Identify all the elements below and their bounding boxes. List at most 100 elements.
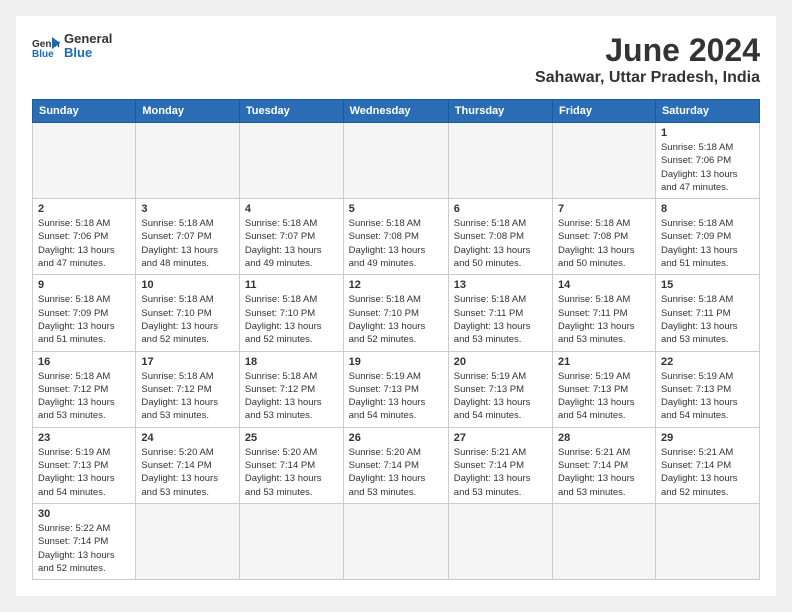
calendar-cell: 29 Sunrise: 5:21 AM Sunset: 7:14 PM Dayli…: [655, 427, 759, 503]
day-info: Sunrise: 5:18 AM Sunset: 7:09 PM Dayligh…: [38, 293, 130, 346]
calendar-header-day: Tuesday: [239, 100, 343, 123]
calendar-cell: [448, 503, 552, 579]
calendar-cell: 24 Sunrise: 5:20 AM Sunset: 7:14 PM Dayli…: [136, 427, 240, 503]
day-info: Sunrise: 5:20 AM Sunset: 7:14 PM Dayligh…: [141, 446, 234, 499]
day-number: 18: [245, 356, 338, 368]
day-info: Sunrise: 5:18 AM Sunset: 7:11 PM Dayligh…: [454, 293, 547, 346]
day-number: 3: [141, 203, 234, 215]
calendar-cell: 17Sunrise: 5:18 AM Sunset: 7:12 PM Dayli…: [136, 351, 240, 427]
day-number: 1: [661, 127, 754, 139]
calendar-cell: 10Sunrise: 5:18 AM Sunset: 7:10 PM Dayli…: [136, 275, 240, 351]
calendar-cell: [552, 123, 655, 199]
day-number: 15: [661, 279, 754, 291]
calendar-cell: [33, 123, 136, 199]
calendar-cell: 4Sunrise: 5:18 AM Sunset: 7:07 PM Daylig…: [239, 199, 343, 275]
calendar-cell: [448, 123, 552, 199]
day-info: Sunrise: 5:20 AM Sunset: 7:14 PM Dayligh…: [349, 446, 443, 499]
day-info: Sunrise: 5:19 AM Sunset: 7:13 PM Dayligh…: [454, 370, 547, 423]
calendar-cell: 21Sunrise: 5:19 AM Sunset: 7:13 PM Dayli…: [552, 351, 655, 427]
calendar-cell: 5Sunrise: 5:18 AM Sunset: 7:08 PM Daylig…: [343, 199, 448, 275]
calendar-cell: [655, 503, 759, 579]
calendar-cell: [136, 123, 240, 199]
day-info: Sunrise: 5:19 AM Sunset: 7:13 PM Dayligh…: [661, 370, 754, 423]
calendar-header-day: Monday: [136, 100, 240, 123]
day-number: 10: [141, 279, 234, 291]
calendar-week: 30 Sunrise: 5:22 AM Sunset: 7:14 PM Dayli…: [33, 503, 760, 579]
calendar-cell: [343, 123, 448, 199]
day-info: Sunrise: 5:21 AM Sunset: 7:14 PM Dayligh…: [661, 446, 754, 499]
day-number: 7: [558, 203, 650, 215]
page: General Blue General Blue June 2024 Saha…: [16, 16, 776, 596]
day-info: Sunrise: 5:18 AM Sunset: 7:11 PM Dayligh…: [558, 293, 650, 346]
calendar-cell: 23Sunrise: 5:19 AM Sunset: 7:13 PM Dayli…: [33, 427, 136, 503]
logo-blue: Blue: [64, 46, 112, 60]
calendar-cell: 25 Sunrise: 5:20 AM Sunset: 7:14 PM Dayli…: [239, 427, 343, 503]
calendar-cell: 12Sunrise: 5:18 AM Sunset: 7:10 PM Dayli…: [343, 275, 448, 351]
calendar-cell: 20Sunrise: 5:19 AM Sunset: 7:13 PM Dayli…: [448, 351, 552, 427]
main-title: June 2024: [535, 32, 760, 69]
calendar-cell: 15 Sunrise: 5:18 AM Sunset: 7:11 PM Dayli…: [655, 275, 759, 351]
day-info: Sunrise: 5:18 AM Sunset: 7:10 PM Dayligh…: [245, 293, 338, 346]
day-number: 29: [661, 432, 754, 444]
day-number: 13: [454, 279, 547, 291]
day-number: 12: [349, 279, 443, 291]
day-number: 4: [245, 203, 338, 215]
day-number: 5: [349, 203, 443, 215]
day-info: Sunrise: 5:18 AM Sunset: 7:12 PM Dayligh…: [245, 370, 338, 423]
day-info: Sunrise: 5:20 AM Sunset: 7:14 PM Dayligh…: [245, 446, 338, 499]
day-number: 25: [245, 432, 338, 444]
day-info: Sunrise: 5:19 AM Sunset: 7:13 PM Dayligh…: [349, 370, 443, 423]
day-info: Sunrise: 5:18 AM Sunset: 7:12 PM Dayligh…: [38, 370, 130, 423]
calendar-cell: 30 Sunrise: 5:22 AM Sunset: 7:14 PM Dayli…: [33, 503, 136, 579]
logo-icon: General Blue: [32, 35, 60, 57]
calendar-cell: 9Sunrise: 5:18 AM Sunset: 7:09 PM Daylig…: [33, 275, 136, 351]
day-info: Sunrise: 5:19 AM Sunset: 7:13 PM Dayligh…: [558, 370, 650, 423]
calendar-header-day: Friday: [552, 100, 655, 123]
calendar-cell: 6 Sunrise: 5:18 AM Sunset: 7:08 PM Daylig…: [448, 199, 552, 275]
day-info: Sunrise: 5:18 AM Sunset: 7:07 PM Dayligh…: [141, 217, 234, 270]
day-number: 2: [38, 203, 130, 215]
calendar-header-day: Thursday: [448, 100, 552, 123]
day-number: 23: [38, 432, 130, 444]
day-number: 6: [454, 203, 547, 215]
calendar-cell: 13 Sunrise: 5:18 AM Sunset: 7:11 PM Dayli…: [448, 275, 552, 351]
calendar-cell: [552, 503, 655, 579]
calendar-cell: [239, 503, 343, 579]
calendar-cell: 16 Sunrise: 5:18 AM Sunset: 7:12 PM Dayli…: [33, 351, 136, 427]
calendar-week: 1 Sunrise: 5:18 AM Sunset: 7:06 PM Daylig…: [33, 123, 760, 199]
day-number: 24: [141, 432, 234, 444]
day-info: Sunrise: 5:21 AM Sunset: 7:14 PM Dayligh…: [454, 446, 547, 499]
calendar-cell: 1 Sunrise: 5:18 AM Sunset: 7:06 PM Daylig…: [655, 123, 759, 199]
day-info: Sunrise: 5:18 AM Sunset: 7:08 PM Dayligh…: [454, 217, 547, 270]
day-number: 27: [454, 432, 547, 444]
calendar-header-day: Sunday: [33, 100, 136, 123]
calendar-week: 9Sunrise: 5:18 AM Sunset: 7:09 PM Daylig…: [33, 275, 760, 351]
calendar-cell: 28Sunrise: 5:21 AM Sunset: 7:14 PM Dayli…: [552, 427, 655, 503]
day-number: 11: [245, 279, 338, 291]
calendar-header: SundayMondayTuesdayWednesdayThursdayFrid…: [33, 100, 760, 123]
calendar-header-day: Saturday: [655, 100, 759, 123]
day-info: Sunrise: 5:18 AM Sunset: 7:06 PM Dayligh…: [661, 141, 754, 194]
calendar-header-day: Wednesday: [343, 100, 448, 123]
day-info: Sunrise: 5:22 AM Sunset: 7:14 PM Dayligh…: [38, 522, 130, 575]
day-number: 30: [38, 508, 130, 520]
day-number: 22: [661, 356, 754, 368]
calendar-cell: 8Sunrise: 5:18 AM Sunset: 7:09 PM Daylig…: [655, 199, 759, 275]
day-info: Sunrise: 5:18 AM Sunset: 7:11 PM Dayligh…: [661, 293, 754, 346]
title-block: June 2024 Sahawar, Uttar Pradesh, India: [535, 32, 760, 87]
calendar-cell: 27 Sunrise: 5:21 AM Sunset: 7:14 PM Dayli…: [448, 427, 552, 503]
day-info: Sunrise: 5:18 AM Sunset: 7:12 PM Dayligh…: [141, 370, 234, 423]
calendar-cell: 14Sunrise: 5:18 AM Sunset: 7:11 PM Dayli…: [552, 275, 655, 351]
calendar-cell: 3 Sunrise: 5:18 AM Sunset: 7:07 PM Daylig…: [136, 199, 240, 275]
subtitle: Sahawar, Uttar Pradesh, India: [535, 69, 760, 87]
calendar-cell: 19 Sunrise: 5:19 AM Sunset: 7:13 PM Dayli…: [343, 351, 448, 427]
calendar-week: 2 Sunrise: 5:18 AM Sunset: 7:06 PM Daylig…: [33, 199, 760, 275]
day-info: Sunrise: 5:18 AM Sunset: 7:06 PM Dayligh…: [38, 217, 130, 270]
day-number: 19: [349, 356, 443, 368]
calendar-cell: 11 Sunrise: 5:18 AM Sunset: 7:10 PM Dayli…: [239, 275, 343, 351]
day-number: 8: [661, 203, 754, 215]
calendar-cell: 7Sunrise: 5:18 AM Sunset: 7:08 PM Daylig…: [552, 199, 655, 275]
day-number: 16: [38, 356, 130, 368]
calendar-cell: [239, 123, 343, 199]
calendar-cell: 22 Sunrise: 5:19 AM Sunset: 7:13 PM Dayli…: [655, 351, 759, 427]
